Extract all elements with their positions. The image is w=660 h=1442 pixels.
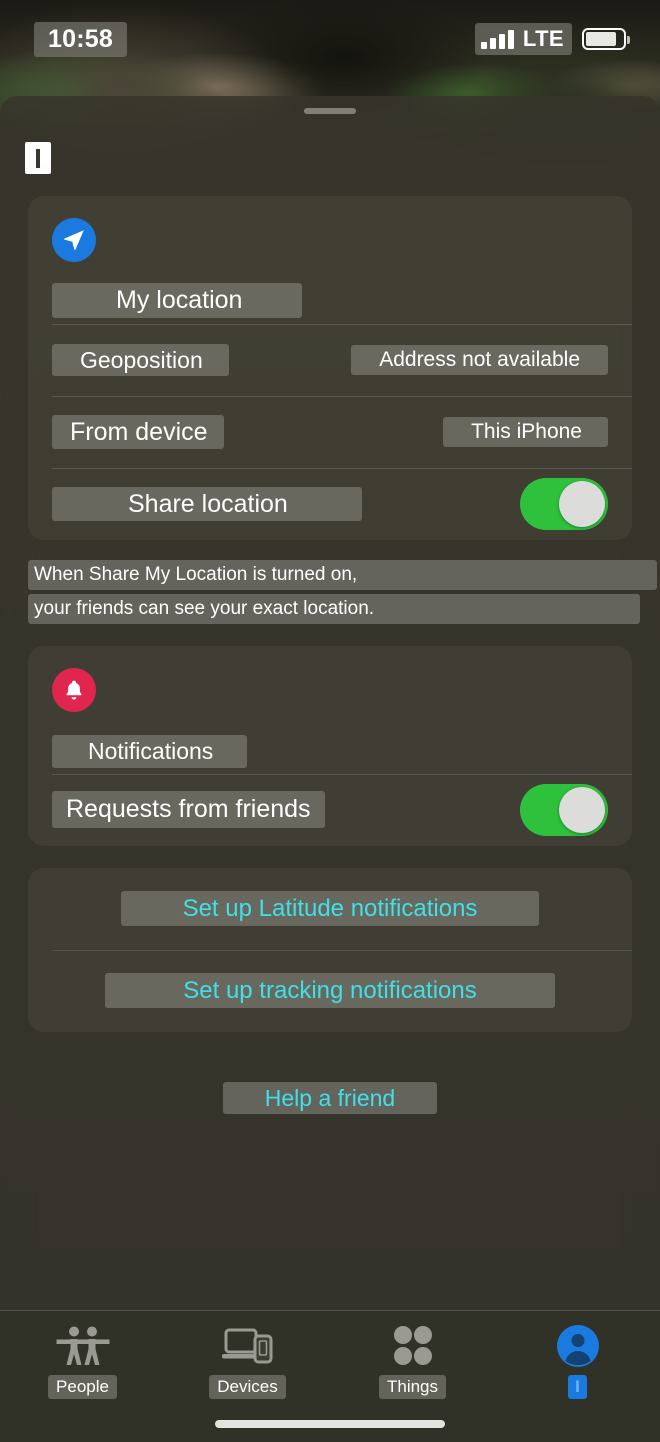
- page-title-text: [36, 148, 40, 168]
- share-location-label: Share location: [52, 486, 362, 522]
- navigation-arrow-icon: [52, 218, 96, 262]
- status-bar-network-group: LTE: [474, 23, 572, 55]
- two-people-icon: [55, 1323, 111, 1369]
- geoposition-label: Geoposition: [52, 343, 229, 377]
- page-title: [25, 142, 51, 174]
- geoposition-value: Address not available: [351, 344, 608, 376]
- battery-icon: [582, 28, 630, 50]
- share-location-note-line-1: When Share My Location is turned on,: [28, 560, 658, 590]
- setup-latitude-notifications-label: Set up Latitude notifications: [120, 890, 540, 927]
- share-location-note-line-2: your friends can see your exact location…: [28, 593, 641, 624]
- notifications-title-row: Notifications: [28, 712, 632, 774]
- tab-things[interactable]: Things: [330, 1311, 495, 1399]
- status-bar-time: 10:58: [34, 21, 127, 57]
- bell-icon: [52, 667, 96, 712]
- tab-people[interactable]: People: [0, 1311, 165, 1399]
- tab-devices-label: Devices: [209, 1375, 286, 1399]
- from-device-row[interactable]: From device This iPhone: [28, 396, 632, 468]
- requests-from-friends-row[interactable]: Requests from friends: [28, 773, 632, 846]
- requests-from-friends-toggle[interactable]: [520, 783, 608, 836]
- notifications-title: Notifications: [52, 735, 248, 768]
- tab-me[interactable]: I: [495, 1311, 660, 1399]
- my-location-card-header: [28, 196, 632, 262]
- share-location-toggle-knob: [559, 481, 605, 527]
- status-bar: 10:58 LTE: [0, 0, 660, 78]
- my-location-title: My location: [52, 283, 303, 318]
- requests-from-friends-label: Requests from friends: [52, 791, 325, 829]
- geoposition-row[interactable]: Geoposition Address not available: [28, 324, 632, 396]
- signal-bars-icon: [480, 29, 514, 49]
- setup-latitude-notifications-row[interactable]: Set up Latitude notifications: [28, 868, 632, 950]
- setup-tracking-notifications-row[interactable]: Set up tracking notifications: [28, 949, 632, 1032]
- four-dots-icon: [391, 1323, 435, 1369]
- tab-devices[interactable]: Devices: [165, 1311, 330, 1399]
- help-a-friend-row[interactable]: Help a friend: [28, 1081, 632, 1115]
- tab-me-label: I: [568, 1375, 587, 1399]
- help-a-friend-label: Help a friend: [222, 1081, 438, 1115]
- status-bar-network-label: LTE: [522, 26, 564, 51]
- share-location-note: When Share My Location is turned on, you…: [28, 560, 658, 624]
- tab-things-label: Things: [378, 1375, 447, 1399]
- laptop-phone-icon: [220, 1323, 276, 1369]
- sheet-scroll-area: My location Geoposition Address not avai…: [0, 196, 660, 1115]
- my-location-card: My location Geoposition Address not avai…: [28, 196, 632, 540]
- tab-bar: People Devices Things I: [0, 1310, 660, 1442]
- notifications-card-header: [28, 646, 632, 712]
- my-location-title-row: My location: [28, 262, 632, 324]
- notifications-card: Notifications Requests from friends: [28, 645, 632, 846]
- status-bar-right: LTE: [474, 23, 630, 55]
- requests-from-friends-toggle-knob: [559, 786, 605, 833]
- share-location-row[interactable]: Share location: [28, 468, 632, 540]
- share-location-toggle[interactable]: [520, 478, 608, 530]
- person-circle-icon: [554, 1323, 602, 1369]
- setup-tracking-notifications-label: Set up tracking notifications: [105, 972, 555, 1009]
- home-indicator[interactable]: [215, 1420, 445, 1428]
- sheet-grabber[interactable]: [304, 108, 356, 114]
- from-device-value: This iPhone: [443, 416, 608, 448]
- me-sheet: My location Geoposition Address not avai…: [0, 96, 660, 1442]
- setup-links-card: Set up Latitude notifications Set up tra…: [28, 867, 632, 1032]
- tab-people-label: People: [48, 1375, 117, 1399]
- from-device-label: From device: [52, 414, 224, 450]
